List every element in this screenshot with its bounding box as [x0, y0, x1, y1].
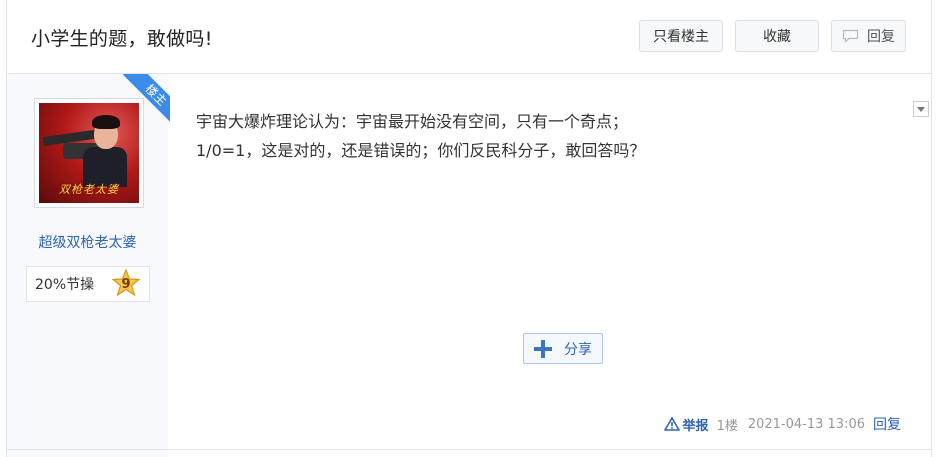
report-link[interactable]: 举报 [663, 415, 709, 434]
thread-header: 小学生的题，敢做吗! 只看楼主 收藏 回复 [7, 0, 931, 74]
level-number: 9 [121, 277, 131, 292]
reply-link[interactable]: 回复 [873, 414, 901, 434]
post-line-2: 1/0=1，这是对的，还是错误的；你们反民科分子，敢回答吗？ [196, 141, 646, 160]
avatar-caption: 双枪老太婆 [59, 183, 119, 196]
thread-title: 小学生的题，敢做吗! [31, 28, 213, 50]
avatar-figure-hair [92, 115, 120, 129]
reply-button[interactable]: 回复 [831, 20, 906, 52]
post-timestamp: 2021-04-13 13:06 [747, 416, 865, 432]
favorite-label: 收藏 [763, 29, 791, 45]
share-label: 分享 [564, 341, 592, 358]
floor-number: 1楼 [716, 418, 738, 434]
only-op-button[interactable]: 只看楼主 [639, 20, 723, 52]
divider [7, 449, 931, 450]
share-button[interactable]: 分享 [523, 333, 603, 364]
author-username[interactable]: 超级双枪老太婆 [7, 232, 168, 252]
favorite-button[interactable]: 收藏 [735, 20, 819, 52]
only-op-label: 只看楼主 [653, 29, 709, 45]
warning-icon [663, 417, 680, 431]
author-level[interactable]: 20%节操 9 [26, 266, 150, 302]
report-label: 举报 [682, 418, 709, 434]
post-content: 宇宙大爆炸理论认为：宇宙最开始没有空间，只有一个奇点； 1/0=1，这是对的，还… [196, 107, 896, 165]
post-frame: 小学生的题，敢做吗! 只看楼主 收藏 回复 双枪老太婆 超级双枪老太婆 20%节… [6, 0, 932, 457]
plus-icon [534, 339, 552, 358]
comment-icon [842, 29, 859, 43]
level-text: 20%节操 [35, 277, 95, 293]
author-sidebar: 双枪老太婆 超级双枪老太婆 20%节操 9 [7, 74, 168, 457]
reply-button-label: 回复 [867, 29, 895, 45]
post-footer: 举报 1楼 2021-04-13 13:06 回复 [663, 414, 901, 434]
post-menu-dropdown[interactable] [913, 101, 929, 117]
op-ribbon: 楼主 [122, 74, 170, 122]
post-line-1: 宇宙大爆炸理论认为：宇宙最开始没有空间，只有一个奇点； [196, 112, 629, 131]
op-badge: 楼主 [122, 74, 170, 122]
